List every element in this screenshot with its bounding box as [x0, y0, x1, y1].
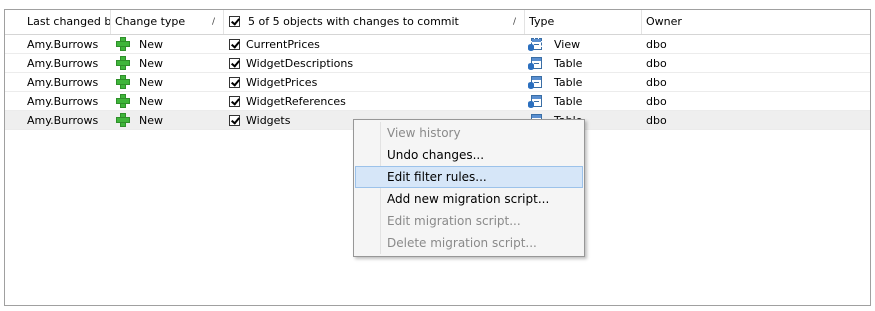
object-name-cell: WidgetPrices [246, 76, 318, 89]
row-checkbox[interactable] [229, 39, 240, 50]
object-name-cell: WidgetDescriptions [246, 57, 354, 70]
new-change-icon [116, 113, 130, 127]
new-change-icon [116, 75, 130, 89]
owner-cell: dbo [646, 38, 667, 51]
changed-by-cell: Amy.Burrows [27, 76, 99, 89]
owner-cell: dbo [646, 95, 667, 108]
row-checkbox[interactable] [229, 77, 240, 88]
table-icon [528, 94, 542, 108]
owner-cell: dbo [646, 76, 667, 89]
column-objects[interactable]: 5 of 5 objects with changes to commit / [224, 10, 525, 34]
new-change-icon [116, 56, 130, 70]
new-change-icon [116, 37, 130, 51]
column-label: Owner [646, 15, 682, 28]
column-label: 5 of 5 objects with changes to commit [248, 15, 459, 28]
object-name-cell: CurrentPrices [246, 38, 320, 51]
row-checkbox[interactable] [229, 58, 240, 69]
column-label: Last changed by [27, 15, 111, 28]
table-row[interactable]: Amy.Burrows New CurrentPrices View dbo [5, 35, 870, 54]
view-icon [528, 37, 542, 51]
menu-item-view-history[interactable]: View history [355, 122, 583, 144]
column-label: Type [529, 15, 555, 28]
object-name-cell: Widgets [246, 114, 291, 127]
change-type-cell: New [139, 114, 163, 127]
changed-by-cell: Amy.Burrows [27, 114, 99, 127]
grid-header: Last changed by Change type / 5 of 5 obj… [5, 10, 870, 35]
column-last-changed-by[interactable]: Last changed by [5, 10, 111, 34]
owner-cell: dbo [646, 114, 667, 127]
changed-by-cell: Amy.Burrows [27, 95, 99, 108]
type-cell: Table [554, 95, 583, 108]
column-change-type[interactable]: Change type / [111, 10, 224, 34]
changed-by-cell: Amy.Burrows [27, 38, 99, 51]
type-cell: Table [554, 76, 583, 89]
object-name-cell: WidgetReferences [246, 95, 346, 108]
type-cell: Table [554, 57, 583, 70]
change-type-cell: New [139, 38, 163, 51]
table-row[interactable]: Amy.Burrows New WidgetReferences Table d… [5, 92, 870, 111]
sort-icon: / [512, 17, 516, 27]
changed-by-cell: Amy.Burrows [27, 57, 99, 70]
table-row[interactable]: Amy.Burrows New WidgetPrices Table dbo [5, 73, 870, 92]
column-owner[interactable]: Owner [642, 10, 870, 34]
change-type-cell: New [139, 57, 163, 70]
table-icon [528, 75, 542, 89]
row-checkbox[interactable] [229, 115, 240, 126]
change-type-cell: New [139, 95, 163, 108]
menu-item-edit-migration-script[interactable]: Edit migration script... [355, 210, 583, 232]
menu-item-edit-filter-rules[interactable]: Edit filter rules... [355, 166, 583, 188]
table-icon [528, 56, 542, 70]
sort-icon: / [211, 17, 215, 27]
menu-item-delete-migration-script[interactable]: Delete migration script... [355, 232, 583, 254]
select-all-checkbox[interactable] [229, 16, 240, 27]
menu-item-add-migration-script[interactable]: Add new migration script... [355, 188, 583, 210]
menu-item-undo-changes[interactable]: Undo changes... [355, 144, 583, 166]
row-checkbox[interactable] [229, 96, 240, 107]
column-label: Change type [115, 15, 186, 28]
table-row[interactable]: Amy.Burrows New WidgetDescriptions Table… [5, 54, 870, 73]
change-type-cell: New [139, 76, 163, 89]
context-menu: View history Undo changes... Edit filter… [353, 119, 585, 257]
new-change-icon [116, 94, 130, 108]
column-type[interactable]: Type [525, 10, 642, 34]
owner-cell: dbo [646, 57, 667, 70]
type-cell: View [554, 38, 581, 51]
